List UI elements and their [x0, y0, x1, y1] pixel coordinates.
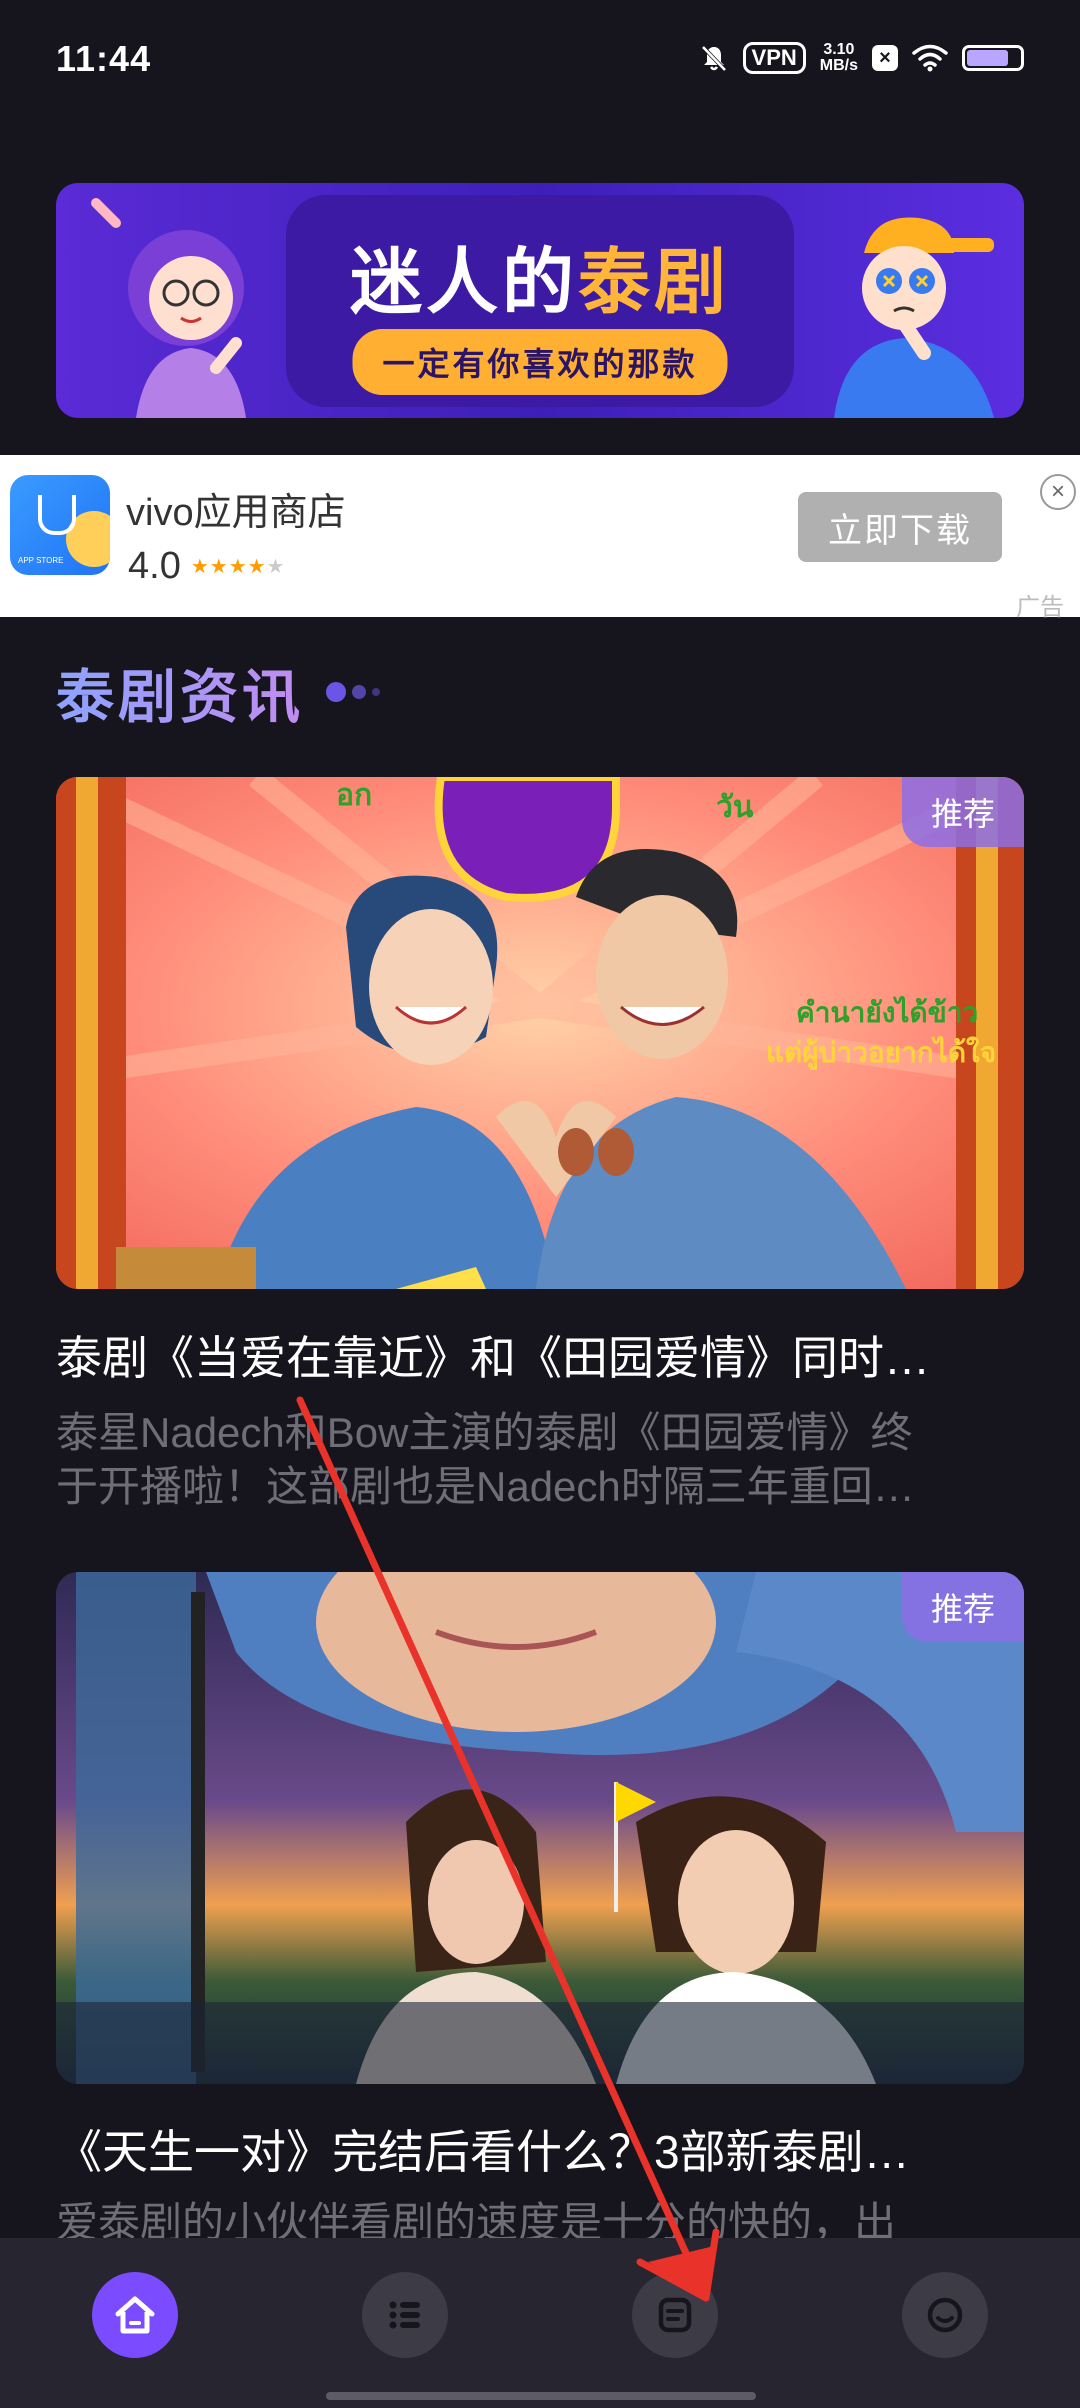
- app-screen: 11:44 VPN 3.10 MB/s × 迷人的泰剧 一定有你喜欢的那款 AP…: [0, 0, 1080, 2408]
- girl-illustration: [91, 198, 246, 418]
- vivo-app-store-logo: APP STORE: [10, 475, 110, 575]
- nav-profile-button[interactable]: [902, 2272, 988, 2358]
- article-title[interactable]: 《天生一对》完结后看什么？3部新泰剧…: [56, 2116, 1024, 2182]
- poster-text-1: อก: [336, 778, 372, 813]
- nav-article-button[interactable]: [632, 2272, 718, 2358]
- nav-home-button[interactable]: [92, 2272, 178, 2358]
- article-title[interactable]: 泰剧《当爱在靠近》和《田园爱情》同时…: [56, 1322, 1024, 1388]
- logo-text: APP STORE: [18, 556, 64, 565]
- download-now-button[interactable]: 立即下载: [798, 492, 1002, 562]
- article-image[interactable]: 推荐: [56, 1572, 1024, 2084]
- network-speed: 3.10 MB/s: [820, 42, 858, 74]
- banner-center: 迷人的泰剧 一定有你喜欢的那款: [286, 195, 794, 407]
- rating-stars: ★★★★★: [190, 556, 286, 578]
- ad-container[interactable]: APP STORE vivo应用商店 4.0 ★★★★★ 立即下载 广告: [0, 455, 1080, 621]
- vpn-badge: VPN: [742, 42, 806, 74]
- poster-text-3: คำนายังได้ข้าว: [796, 996, 978, 1029]
- ad-close-button[interactable]: ×: [1040, 474, 1076, 510]
- article-icon: [658, 2297, 692, 2333]
- list-icon: [389, 2301, 420, 2329]
- status-time: 11:44: [56, 38, 152, 79]
- home-icon: [115, 2296, 155, 2334]
- boy-illustration: [834, 217, 994, 418]
- status-bar: 11:44 VPN 3.10 MB/s ×: [0, 0, 1080, 120]
- bottom-navigation: [0, 2238, 1080, 2408]
- drama-poster-image: [56, 1572, 1024, 2084]
- banner-title-part1: 迷人的: [349, 243, 578, 323]
- drama-poster-image: อก วัน คำนายังได้ข้าว แต่ผู้บ่าวอยากได้ใ…: [56, 777, 1024, 1289]
- ad-app-name: vivo应用商店: [126, 492, 346, 534]
- recommended-tag: 推荐: [902, 1572, 1024, 1642]
- banner-title: 迷人的泰剧: [286, 223, 794, 328]
- home-indicator[interactable]: [326, 2392, 756, 2400]
- face-icon: [927, 2297, 963, 2333]
- ad-rating-value: 4.0: [128, 545, 181, 587]
- poster-text-4: แต่ผู้บ่าวอยากได้ใจ: [766, 1036, 996, 1070]
- network-speed-unit: MB/s: [819, 57, 858, 74]
- promo-banner[interactable]: 迷人的泰剧 一定有你喜欢的那款: [56, 183, 1024, 418]
- notification-x-icon: ×: [872, 45, 898, 71]
- article-description: 泰星Nadech和Bow主演的泰剧《田园爱情》终 于开播啦！这部剧也是Nadec…: [56, 1406, 1024, 1514]
- article-image[interactable]: อก วัน คำนายังได้ข้าว แต่ผู้บ่าวอยากได้ใ…: [56, 777, 1024, 1289]
- poster-text-2: วัน: [716, 790, 754, 825]
- article-description-line: 泰星Nadech和Bow主演的泰剧《田园爱情》终: [56, 1409, 913, 1456]
- article-description-line: 于开播啦！这部剧也是Nadech时隔三年重回…: [56, 1463, 915, 1510]
- section-title: 泰剧资讯: [56, 650, 304, 734]
- banner-title-highlight: 泰剧: [578, 243, 731, 323]
- battery-icon: [962, 45, 1024, 71]
- section-dots-decoration: [326, 682, 380, 702]
- status-icons: VPN 3.10 MB/s ×: [699, 42, 1024, 74]
- ad-label: 广告: [1016, 594, 1064, 621]
- banner-subtitle: 一定有你喜欢的那款: [352, 329, 728, 395]
- ad-rating: 4.0 ★★★★★: [128, 545, 285, 588]
- wifi-icon: [912, 44, 948, 72]
- network-speed-value: 3.10: [823, 41, 855, 58]
- mute-icon: [701, 45, 726, 72]
- nav-list-button[interactable]: [362, 2272, 448, 2358]
- recommended-tag: 推荐: [902, 777, 1024, 847]
